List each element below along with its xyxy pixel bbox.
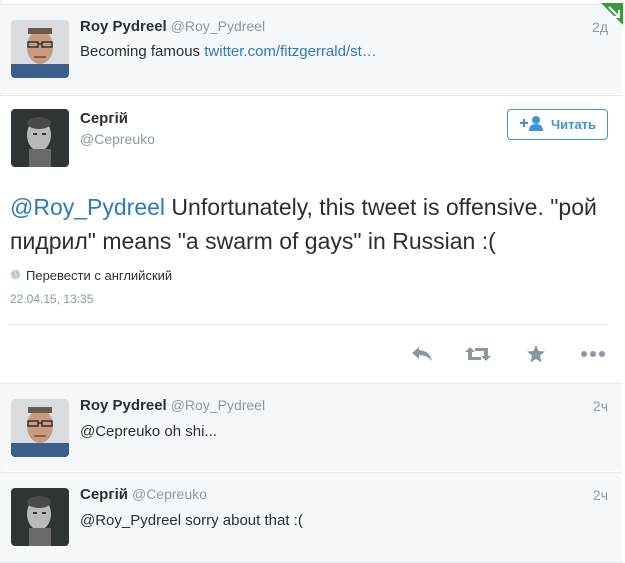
globe-icon: [10, 268, 21, 283]
user-name[interactable]: Roy Pydreel: [80, 397, 167, 414]
tweet-item[interactable]: Roy Pydreel @Roy_Pydreel 2д Becoming famo…: [0, 4, 622, 94]
user-handle[interactable]: @Cepreuko: [132, 486, 207, 502]
follow-button[interactable]: Читать: [507, 109, 608, 140]
favorite-icon[interactable]: [521, 341, 551, 367]
tweet-item[interactable]: Roy Pydreel @Roy_Pydreel 2ч @Cepreuko oh …: [0, 383, 622, 471]
corner-badge-icon: [601, 3, 623, 25]
user-name[interactable]: Roy Pydreel: [80, 18, 167, 35]
user-handle[interactable]: @Roy_Pydreel: [171, 18, 265, 34]
mention-link[interactable]: @Roy_Pydreel: [10, 194, 165, 220]
follow-user-icon: [519, 115, 545, 134]
user-handle[interactable]: @Cepreuko: [80, 131, 155, 147]
avatar[interactable]: [11, 399, 69, 457]
avatar[interactable]: [11, 488, 69, 546]
tweet-text: @Roy_Pydreel sorry about that :(: [80, 512, 303, 529]
tweet-text: Becoming famous twitter.com/fitzgerrald/…: [80, 43, 377, 60]
tweet-time[interactable]: 2ч: [593, 398, 608, 414]
avatar[interactable]: [11, 109, 69, 167]
main-tweet: Сергій @Cepreuko Читать @Roy_Pydreel Unf…: [0, 95, 622, 383]
tweet-time[interactable]: 2ч: [593, 487, 608, 503]
translate-label: Перевести с английский: [26, 268, 173, 283]
user-name[interactable]: Сергій: [80, 110, 128, 127]
tweet-text-prefix: Becoming famous: [80, 43, 205, 60]
reply-icon[interactable]: [407, 341, 437, 367]
tweet-text: @Cepreuko oh shi...: [80, 423, 217, 440]
follow-label: Читать: [550, 117, 597, 132]
translate-link[interactable]: Перевести с английский: [10, 268, 172, 283]
avatar[interactable]: [11, 20, 69, 78]
tweet-date[interactable]: 22.04.15, 13:35: [10, 292, 93, 306]
divider: [10, 324, 608, 325]
more-icon[interactable]: [578, 341, 608, 367]
user-handle[interactable]: @Roy_Pydreel: [171, 397, 265, 413]
tweet-item[interactable]: Сергій @Cepreuko 2ч @Roy_Pydreel sorry ab…: [0, 472, 622, 563]
tweet-link[interactable]: twitter.com/fitzgerrald/st…: [204, 43, 377, 60]
tweet-actions: [0, 341, 622, 371]
tweet-header: Сергій @Cepreuko: [80, 486, 207, 503]
retweet-icon[interactable]: [463, 341, 493, 367]
user-name[interactable]: Сергій: [80, 486, 128, 503]
main-tweet-text: @Roy_Pydreel Unfortunately, this tweet i…: [10, 190, 610, 258]
tweet-header: Roy Pydreel @Roy_Pydreel: [80, 18, 265, 35]
tweet-header: Roy Pydreel @Roy_Pydreel: [80, 397, 265, 414]
